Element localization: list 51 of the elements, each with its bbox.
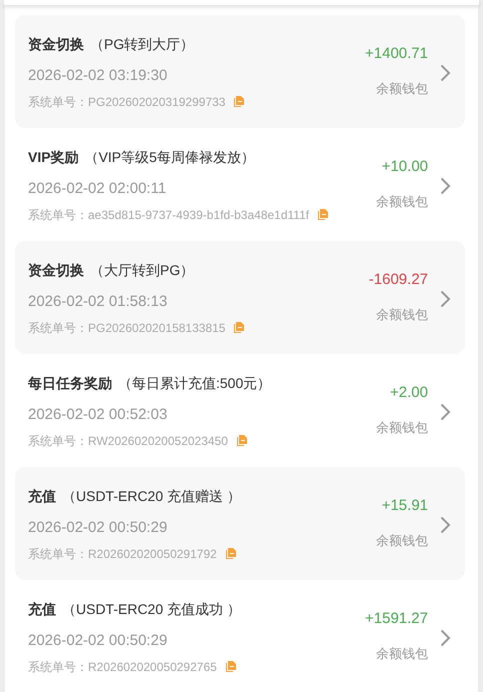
wallet-label: 余额钱包	[376, 80, 428, 98]
chevron-right-icon[interactable]	[440, 64, 451, 82]
order-number: 系统单号：R202602020050291792	[28, 546, 217, 562]
amount: +10.00	[382, 156, 428, 176]
chevron-right-icon[interactable]	[440, 516, 451, 534]
record-time: 2026-02-02 00:50:29	[28, 632, 168, 650]
order-number: 系统单号：RW202602020052023450	[28, 432, 228, 448]
record-detail: （每日累计充值:500元）	[118, 374, 272, 390]
record-detail: （PG转到大厅）	[90, 36, 194, 52]
order-number: 系统单号：ae35d815-9737-4939-b1fd-b3a48e1d111f	[28, 206, 310, 222]
copy-icon[interactable]	[226, 661, 236, 672]
copy-icon[interactable]	[226, 548, 236, 559]
amount: +1400.71	[365, 44, 428, 64]
record-time: 2026-02-02 00:52:03	[28, 406, 168, 424]
wallet-label: 余额钱包	[376, 532, 428, 550]
record-detail: （VIP等级5每周俸禄发放）	[84, 148, 255, 164]
record-card[interactable]: 资金切换 （大厅转到PG） 2026-02-02 01:58:13 系统单号：PG202602020158133815 -1609.27 余额钱包	[15, 241, 465, 354]
amount: -1609.27	[368, 270, 428, 290]
record-time: 2026-02-02 00:50:29	[28, 518, 168, 536]
order-number: 系统单号：PG202602020158133815	[28, 320, 226, 336]
record-type: VIP奖励	[28, 148, 79, 164]
wallet-label: 余额钱包	[376, 644, 428, 662]
record-card[interactable]: 资金切换 （PG转到大厅） 2026-02-02 03:19:30 系统单号：PG202602020319299733 +1400.71 余额钱包	[15, 15, 465, 128]
chevron-right-icon[interactable]	[440, 628, 451, 646]
copy-icon[interactable]	[234, 322, 244, 333]
record-detail: （USDT-ERC20 充值成功 ）	[62, 600, 241, 616]
record-type: 充值	[28, 600, 56, 616]
record-card[interactable]: 充值 （USDT-ERC20 充值赠送 ） 2026-02-02 00:50:29 系统单号：R202602020050291792 +15.91 余额钱包	[15, 467, 465, 580]
copy-icon[interactable]	[318, 209, 328, 220]
record-time: 2026-02-02 03:19:30	[28, 66, 168, 84]
record-detail: （大厅转到PG）	[90, 262, 194, 278]
wallet-label: 余额钱包	[376, 306, 428, 324]
record-type: 资金切换	[28, 262, 84, 278]
order-number: 系统单号：PG202602020319299733	[28, 94, 226, 110]
order-number: 系统单号：R202602020050292765	[28, 658, 217, 674]
chevron-right-icon[interactable]	[440, 402, 451, 420]
record-type: 每日任务奖励	[28, 374, 112, 390]
record-detail: （USDT-ERC20 充值赠送 ）	[62, 488, 241, 504]
chevron-right-icon[interactable]	[440, 176, 451, 194]
record-time: 2026-02-02 01:58:13	[28, 292, 168, 310]
wallet-label: 余额钱包	[376, 418, 428, 436]
copy-icon[interactable]	[234, 96, 244, 107]
chevron-right-icon[interactable]	[440, 290, 451, 308]
copy-icon[interactable]	[236, 435, 247, 446]
record-type: 资金切换	[28, 36, 84, 52]
amount: +15.91	[382, 496, 428, 516]
wallet-label: 余额钱包	[376, 192, 428, 210]
record-type: 充值	[28, 488, 56, 504]
amount: +1591.27	[365, 608, 428, 628]
amount: +2.00	[390, 382, 428, 402]
record-time: 2026-02-02 02:00:11	[28, 180, 168, 198]
